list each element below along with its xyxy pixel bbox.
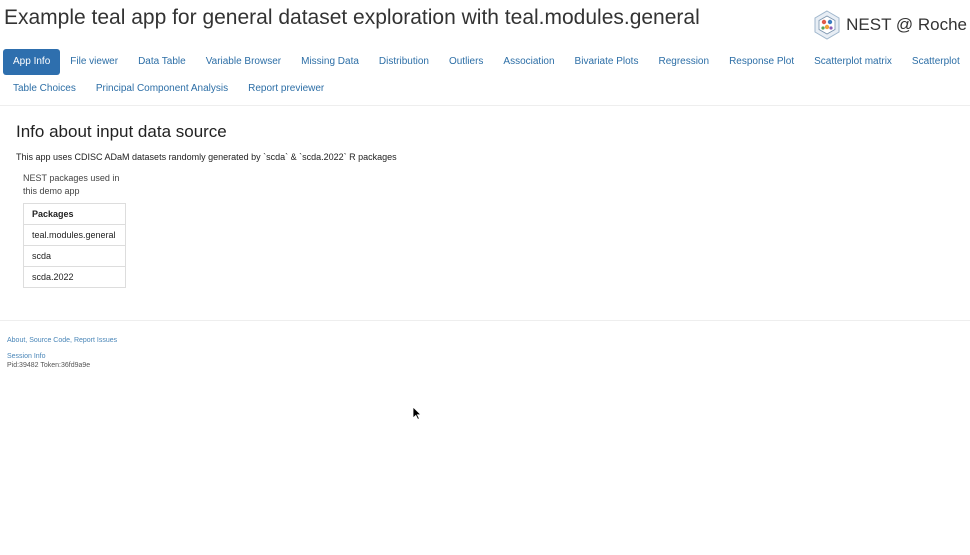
report-issues-link[interactable]: Report Issues <box>74 337 117 344</box>
intro-text: This app uses CDISC ADaM datasets random… <box>16 152 397 162</box>
tab-missing-data[interactable]: Missing Data <box>291 49 369 75</box>
tab-response-plot[interactable]: Response Plot <box>719 49 804 75</box>
tab-report-previewer[interactable]: Report previewer <box>238 76 334 102</box>
brand-text: NEST @ Roche <box>846 15 967 34</box>
about-link[interactable]: About <box>7 337 25 344</box>
footer: About, Source Code, Report Issues Sessio… <box>7 337 117 369</box>
table-row: teal.modules.general <box>23 224 126 246</box>
title-bar: Example teal app for general dataset exp… <box>4 6 970 40</box>
packages-block: NEST packages used in this demo app Pack… <box>23 172 133 288</box>
tab-row-2: Table Choices Principal Component Analys… <box>3 76 970 102</box>
tab-bivariate-plots[interactable]: Bivariate Plots <box>565 49 649 75</box>
tab-principal-component-analysis[interactable]: Principal Component Analysis <box>86 76 238 102</box>
package-cell: scda.2022 <box>23 266 126 288</box>
tab-data-table[interactable]: Data Table <box>128 49 196 75</box>
app-title: Example teal app for general dataset exp… <box>4 6 700 29</box>
tab-outliers[interactable]: Outliers <box>439 49 493 75</box>
main-content: Info about input data source This app us… <box>16 122 397 162</box>
tab-scatterplot-matrix[interactable]: Scatterplot matrix <box>804 49 902 75</box>
tab-scatterplot[interactable]: Scatterplot <box>902 49 970 75</box>
tab-variable-browser[interactable]: Variable Browser <box>196 49 291 75</box>
footer-links: About, Source Code, Report Issues <box>7 337 117 344</box>
nest-logo-icon <box>814 10 840 40</box>
brand: NEST @ Roche <box>812 10 967 40</box>
nav-divider <box>0 105 970 106</box>
footer-divider <box>0 320 970 321</box>
table-header-row: Packages <box>23 203 126 225</box>
package-cell: scda <box>23 245 126 267</box>
tab-table-choices[interactable]: Table Choices <box>3 76 86 102</box>
packages-table: Packages teal.modules.general scda scda.… <box>23 203 126 288</box>
session-info-row: Session Info <box>7 353 117 360</box>
pid-token-text: Pid:39482 Token:36fd9a9e <box>7 362 91 369</box>
tab-file-viewer[interactable]: File viewer <box>60 49 128 75</box>
tab-regression[interactable]: Regression <box>648 49 719 75</box>
packages-caption: NEST packages used in this demo app <box>23 173 120 196</box>
tab-navigation: App Info File viewer Data Table Variable… <box>3 49 970 102</box>
package-cell: teal.modules.general <box>23 224 126 246</box>
tab-app-info[interactable]: App Info <box>3 49 61 75</box>
table-row: scda <box>23 245 126 267</box>
source-code-link[interactable]: Source Code <box>29 337 70 344</box>
table-header-packages: Packages <box>23 203 126 225</box>
tab-distribution[interactable]: Distribution <box>369 49 439 75</box>
page-heading: Info about input data source <box>16 122 227 141</box>
tab-row-1: App Info File viewer Data Table Variable… <box>3 49 970 75</box>
tab-association[interactable]: Association <box>493 49 564 75</box>
mouse-cursor-icon <box>412 406 422 420</box>
session-info-link[interactable]: Session Info <box>7 353 46 360</box>
table-row: scda.2022 <box>23 266 126 288</box>
